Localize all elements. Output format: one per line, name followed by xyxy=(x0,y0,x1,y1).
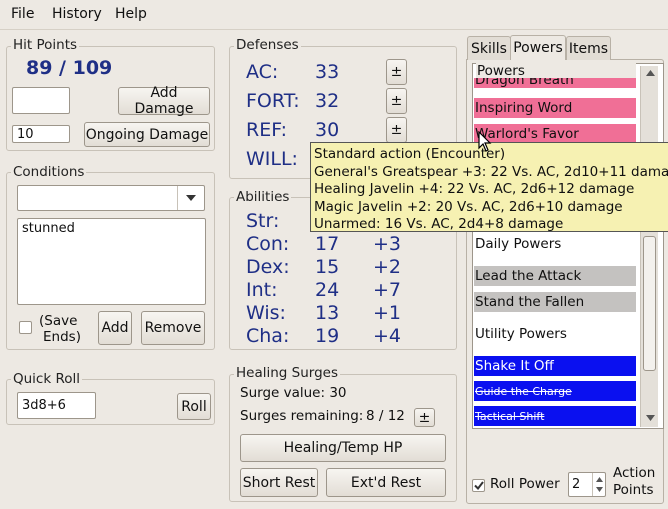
ongoing-damage-input[interactable]: 10 xyxy=(12,125,70,143)
scroll-up-icon[interactable] xyxy=(643,66,657,80)
ability-int-label: Int: xyxy=(246,279,278,301)
action-points-label-1: Action xyxy=(613,465,656,481)
defense-ac-value: 33 xyxy=(315,61,340,83)
spinner-arrows-icon[interactable] xyxy=(593,473,606,496)
damage-input[interactable] xyxy=(12,87,70,114)
defense-ref-value: 30 xyxy=(315,119,340,141)
defense-will-label: WILL: xyxy=(246,148,298,170)
tooltip-line: General's Greatspear +3: 22 Vs. AC, 2d10… xyxy=(314,163,668,180)
ability-int-mod: +7 xyxy=(373,279,402,301)
list-item[interactable]: stunned xyxy=(22,221,75,236)
spinner-buttons[interactable] xyxy=(592,473,605,496)
ability-dex-score: 15 xyxy=(315,256,340,278)
add-damage-button[interactable]: Add Damage xyxy=(118,85,210,117)
scroll-thumb[interactable] xyxy=(643,236,656,371)
ability-wis-score: 13 xyxy=(315,302,340,324)
save-ends-checkbox[interactable] xyxy=(19,321,32,334)
roll-power-label: Roll Power xyxy=(490,476,560,492)
ability-con-label: Con: xyxy=(246,233,290,255)
action-points-value: 2 xyxy=(572,477,581,492)
menu-history[interactable]: History xyxy=(52,6,102,22)
ability-str-label: Str: xyxy=(246,210,280,232)
surges-remaining-label: Surges remaining: xyxy=(240,408,364,424)
healing-temp-hp-label: Healing/Temp HP xyxy=(283,440,403,456)
add-condition-button[interactable]: Add xyxy=(98,311,132,345)
defense-ac-adjust-button[interactable]: ± xyxy=(386,59,407,85)
tooltip-line: Healing Javelin +4: 22 Vs. AC, 2d6+12 da… xyxy=(314,181,635,198)
ability-cha-mod: +4 xyxy=(373,325,402,347)
menu-help[interactable]: Help xyxy=(115,6,147,22)
defense-ac-label: AC: xyxy=(246,61,279,83)
menu-bar: File History Help xyxy=(0,0,668,30)
power-item-stand-the-fallen[interactable]: Stand the Fallen xyxy=(474,292,636,312)
power-item-guide-the-charge[interactable]: Guide the Charge xyxy=(474,381,636,401)
powers-list-viewport: Dragon Breath Inspiring Word Warlord's F… xyxy=(474,78,636,427)
roll-power-checkbox[interactable] xyxy=(472,479,485,492)
quick-roll-title: Quick Roll xyxy=(11,371,82,387)
scroll-down-icon[interactable] xyxy=(643,411,657,425)
power-item-tactical-shift-label: Tactical Shift xyxy=(475,409,545,423)
tooltip-line: Magic Javelin +2: 20 Vs. AC, 2d6+10 dama… xyxy=(314,198,623,215)
ability-con-mod: +3 xyxy=(373,233,402,255)
power-item-lead-the-attack[interactable]: Lead the Attack xyxy=(474,266,636,286)
surges-adjust-button[interactable]: ± xyxy=(414,408,435,427)
powers-scrollbar[interactable] xyxy=(640,66,658,427)
extended-rest-button[interactable]: Ext'd Rest xyxy=(326,468,446,497)
power-item-guide-the-charge-label: Guide the Charge xyxy=(475,384,572,398)
defenses-title: Defenses xyxy=(234,37,301,53)
remove-condition-button[interactable]: Remove xyxy=(141,311,205,345)
ability-con-score: 17 xyxy=(315,233,340,255)
ability-wis-label: Wis: xyxy=(246,302,286,324)
surge-value: Surge value: 30 xyxy=(240,385,347,401)
quick-roll-input[interactable]: 3d8+6 xyxy=(17,392,96,419)
conditions-list[interactable]: stunned xyxy=(17,218,206,305)
ability-wis-mod: +1 xyxy=(373,302,402,324)
short-rest-button[interactable]: Short Rest xyxy=(240,468,318,497)
defense-ref-adjust-button[interactable]: ± xyxy=(386,117,407,143)
power-item-shake-it-off[interactable]: Shake It Off xyxy=(474,356,636,376)
tab-powers[interactable]: Powers xyxy=(510,35,566,60)
checkmark-icon xyxy=(473,481,484,490)
power-item-inspiring-word[interactable]: Inspiring Word xyxy=(474,96,636,120)
power-group-utility[interactable]: Utility Powers xyxy=(474,324,636,344)
hit-points-value: 89 / 109 xyxy=(26,57,113,79)
tab-items[interactable]: Items xyxy=(566,36,611,60)
ability-cha-score: 19 xyxy=(315,325,340,347)
chevron-down-icon[interactable] xyxy=(177,186,204,210)
surges-remaining-value: 8 / 12 xyxy=(366,408,405,424)
power-item-tactical-shift[interactable]: Tactical Shift xyxy=(474,406,636,426)
save-ends-label-1: (Save xyxy=(39,313,78,329)
power-group-daily[interactable]: Daily Powers xyxy=(474,234,636,254)
power-item-dragon-breath[interactable]: Dragon Breath xyxy=(474,78,636,90)
tab-skills[interactable]: Skills xyxy=(467,36,511,60)
defense-ref-label: REF: xyxy=(246,119,288,141)
ability-int-score: 24 xyxy=(315,279,340,301)
defense-fort-value: 32 xyxy=(315,90,340,112)
action-points-label-2: Points xyxy=(613,482,654,498)
ability-cha-label: Cha: xyxy=(246,325,290,347)
conditions-title: Conditions xyxy=(11,164,87,180)
mouse-cursor-icon xyxy=(478,131,492,152)
healing-temp-hp-button[interactable]: Healing/Temp HP xyxy=(240,434,446,462)
hit-points-title: Hit Points xyxy=(11,37,80,53)
ability-dex-label: Dex: xyxy=(246,256,290,278)
ongoing-damage-button[interactable]: Ongoing Damage xyxy=(84,122,210,147)
power-tooltip: Standard action (Encounter) General's Gr… xyxy=(310,142,668,232)
menu-file[interactable]: File xyxy=(11,6,34,22)
abilities-title: Abilities xyxy=(234,189,292,205)
save-ends-label-2: Ends) xyxy=(43,329,81,345)
roll-button[interactable]: Roll xyxy=(177,393,211,420)
action-points-spinner[interactable]: 2 xyxy=(568,472,606,497)
conditions-select[interactable] xyxy=(17,185,205,211)
tooltip-line: Unarmed: 16 Vs. AC, 2d4+8 damage xyxy=(314,216,564,232)
defense-fort-label: FORT: xyxy=(246,90,300,112)
ability-dex-mod: +2 xyxy=(373,256,402,278)
defense-fort-adjust-button[interactable]: ± xyxy=(386,88,407,114)
healing-surges-title: Healing Surges xyxy=(234,365,340,381)
